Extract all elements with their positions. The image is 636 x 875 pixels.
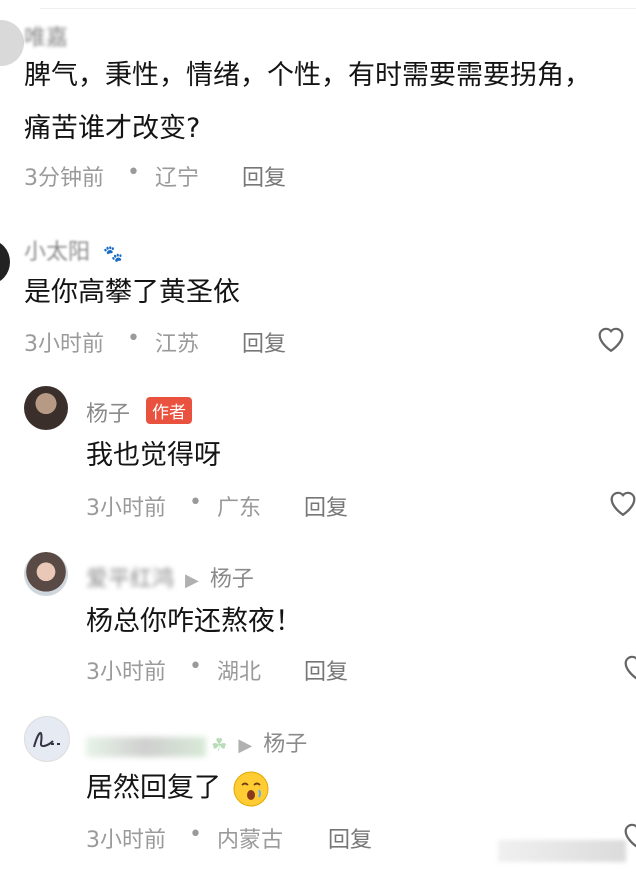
comment-time: 3小时前 <box>24 332 104 357</box>
reply-to-username[interactable]: 杨子 <box>210 567 254 592</box>
top-divider <box>40 8 636 9</box>
comment-text: 脾气，秉性，情绪，个性，有时需要需要拐角， <box>24 60 591 91</box>
meta-separator: • <box>189 822 202 847</box>
comment-location: 内蒙古 <box>217 828 284 853</box>
reply-button[interactable]: 回复 <box>304 490 348 522</box>
username-text: 爱平红鸿 <box>86 567 175 592</box>
heart-icon[interactable] <box>606 486 636 518</box>
comment-location: 江苏 <box>155 332 200 357</box>
signature-icon <box>33 732 60 748</box>
watermark <box>498 840 626 862</box>
comment-username[interactable]: ☘ ▶ 杨子 <box>86 726 307 758</box>
meta-separator: • <box>189 490 202 515</box>
sleepy-face-emoji <box>232 770 270 808</box>
comment-location: 辽宁 <box>155 166 200 191</box>
meta-separator: • <box>127 326 140 351</box>
reply-button[interactable]: 回复 <box>242 326 286 358</box>
username-text: 小太阳 <box>24 240 91 265</box>
clover-icon: ☘ <box>211 735 228 756</box>
comment-username[interactable]: 杨子 <box>86 396 130 428</box>
blurred-username <box>86 736 206 757</box>
comment-text: 居然回复了 <box>86 770 270 808</box>
comment-username[interactable]: 小太阳 🐾 <box>24 234 123 266</box>
avatar[interactable] <box>24 552 68 596</box>
comment-username[interactable]: 爱平红鸿 ▶ 杨子 <box>86 561 254 593</box>
comment-location: 湖北 <box>217 660 262 685</box>
comment-text: 我也觉得呀 <box>86 440 221 471</box>
reply-arrow-icon: ▶ <box>185 570 199 591</box>
heart-icon[interactable] <box>594 322 628 354</box>
meta-separator: • <box>189 654 202 679</box>
comment-time: 3小时前 <box>86 496 166 521</box>
avatar[interactable] <box>0 20 24 66</box>
avatar[interactable] <box>24 716 70 762</box>
comment-text-content: 居然回复了 <box>86 772 221 804</box>
reply-button[interactable]: 回复 <box>328 822 372 854</box>
author-avatar[interactable] <box>24 386 68 430</box>
comment-username[interactable]: 唯嘉 <box>24 20 68 52</box>
reply-button[interactable]: 回复 <box>242 160 286 192</box>
comment-text: 痛苦谁才改变? <box>24 113 201 144</box>
comment-time: 3小时前 <box>86 660 166 685</box>
comment-time: 3小时前 <box>86 828 166 853</box>
comment-text: 杨总你咋还熬夜！ <box>86 606 302 637</box>
comment-time: 3分钟前 <box>24 166 104 191</box>
comment-text: 是你高攀了黄圣依 <box>24 277 240 308</box>
reply-arrow-icon: ▶ <box>238 735 253 756</box>
paw-icon: 🐾 <box>103 244 123 263</box>
author-badge: 作者 <box>146 397 192 424</box>
comment-location: 广东 <box>217 496 262 521</box>
meta-separator: • <box>127 160 140 185</box>
heart-icon[interactable] <box>620 650 636 682</box>
reply-button[interactable]: 回复 <box>304 654 348 686</box>
avatar[interactable] <box>0 240 10 284</box>
reply-to-username[interactable]: 杨子 <box>263 732 307 757</box>
